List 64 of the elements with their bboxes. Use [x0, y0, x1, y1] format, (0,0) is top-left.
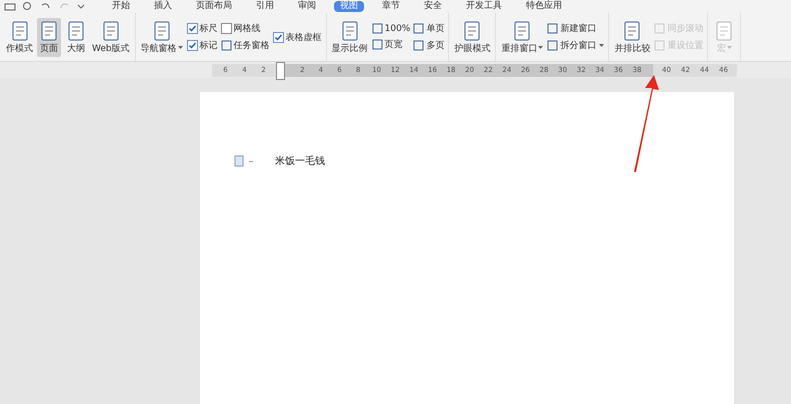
window-icon — [654, 23, 666, 34]
toolbar-button[interactable]: 单页 — [413, 22, 444, 35]
ribbon-button[interactable]: 导航窗格 — [140, 18, 184, 56]
button-label: Web版式 — [92, 44, 130, 54]
button-label: 护眼模式 — [454, 44, 490, 54]
toolbar-button[interactable]: 拆分窗口 — [547, 39, 604, 52]
button-label: 页面 — [40, 44, 58, 54]
checkbox[interactable]: 标记 — [186, 39, 218, 52]
ribbon-button[interactable]: 页面 — [37, 18, 61, 56]
menu-tab[interactable]: 开始 — [106, 1, 136, 12]
button-label: 同步滚动 — [667, 22, 704, 35]
button-label: 作模式 — [6, 44, 33, 54]
toolbar-button[interactable]: 100% — [372, 23, 410, 34]
indent-marker[interactable] — [276, 62, 285, 80]
menu-tab[interactable]: 安全 — [418, 1, 448, 12]
ribbon-button[interactable]: 大纲 — [64, 18, 88, 56]
window-icon — [413, 23, 424, 34]
menu-tab[interactable]: 页面布局 — [190, 1, 238, 12]
button-label: 多页 — [426, 40, 444, 52]
ribbon-button[interactable]: 显示比例 — [330, 18, 369, 56]
toolbar-button[interactable]: 多页 — [413, 39, 444, 52]
toolbar-button[interactable]: 新建窗口 — [547, 22, 604, 35]
document-text: 米饭一毛钱 — [275, 154, 325, 168]
button-label: 100% — [384, 24, 410, 34]
ribbon-button[interactable]: 护眼模式 — [453, 18, 492, 56]
toolbar-button[interactable]: 页宽 — [372, 38, 410, 51]
menu-tab[interactable]: 视图 — [334, 1, 364, 12]
button-label: 拆分窗口 — [560, 40, 596, 52]
window-icon — [220, 40, 232, 51]
button-label: 宏 — [716, 44, 726, 54]
menu-tab[interactable]: 特色应用 — [520, 1, 568, 12]
button-label: 新建窗口 — [560, 22, 596, 35]
toolbar-button[interactable]: 任务窗格 — [220, 39, 270, 52]
checkbox[interactable]: 表格虚框 — [272, 30, 322, 44]
checkbox-square[interactable] — [186, 23, 198, 34]
button-label: 重排窗口 — [501, 44, 538, 54]
checkbox[interactable]: 标尺 — [186, 22, 218, 35]
window-icon — [372, 23, 383, 34]
menu-tab[interactable]: 开发工具 — [460, 1, 508, 12]
button-label: 单页 — [426, 22, 444, 35]
window-icon — [413, 40, 424, 51]
window-icon — [372, 39, 383, 50]
window-icon — [547, 23, 558, 34]
button-label: 导航窗格 — [140, 44, 177, 54]
ribbon-button[interactable]: 并排比较 — [613, 18, 652, 56]
menu-tab[interactable]: 章节 — [376, 1, 406, 12]
ribbon-button[interactable]: 作模式 — [5, 18, 34, 56]
button-label: 显示比例 — [332, 44, 368, 54]
checkbox-square[interactable] — [272, 32, 284, 42]
checkbox[interactable]: 网格线 — [220, 22, 270, 35]
checkbox-square[interactable] — [220, 23, 232, 34]
window-icon — [654, 40, 666, 51]
button-label: 并排比较 — [614, 44, 650, 54]
button-label: 重设位置 — [667, 40, 704, 52]
ribbon-button[interactable]: 重排窗口 — [500, 18, 544, 56]
window-icon — [547, 40, 558, 51]
ribbon-button[interactable]: Web版式 — [91, 18, 131, 56]
menu-tab[interactable]: 插入 — [148, 1, 178, 12]
menu-tab[interactable]: 引用 — [250, 1, 280, 12]
menu-tab[interactable]: 审阅 — [292, 1, 322, 12]
checkbox-square[interactable] — [186, 40, 198, 51]
button-label: 大纲 — [67, 44, 85, 54]
button-label: 页宽 — [384, 38, 403, 51]
button-label: 任务窗格 — [234, 40, 270, 52]
